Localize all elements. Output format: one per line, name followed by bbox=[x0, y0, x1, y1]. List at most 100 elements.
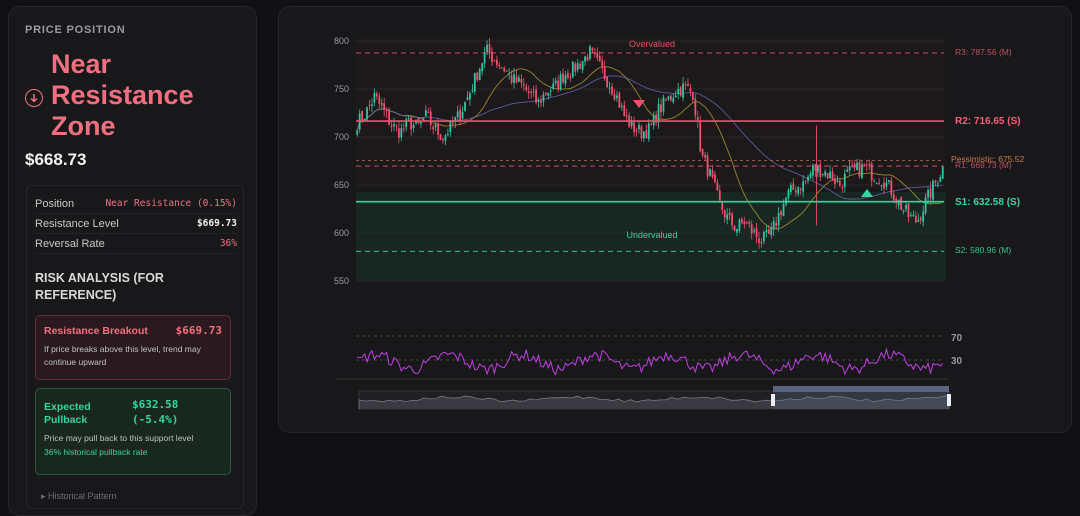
candle-body bbox=[525, 86, 528, 91]
candle-body bbox=[802, 181, 805, 192]
candle-body bbox=[393, 124, 395, 127]
candle-body bbox=[809, 173, 812, 178]
candle-body bbox=[834, 178, 836, 185]
candle-body bbox=[378, 96, 381, 104]
rsi-line bbox=[357, 347, 944, 376]
candle-body bbox=[843, 173, 846, 187]
card-title: Expected Pullback bbox=[44, 401, 91, 426]
candle-body bbox=[385, 110, 388, 112]
candle-body bbox=[638, 124, 640, 130]
candle-body bbox=[900, 197, 903, 211]
candle-body bbox=[508, 73, 511, 75]
candle-body bbox=[598, 55, 601, 62]
candle-body bbox=[936, 183, 939, 185]
candle-body bbox=[618, 93, 621, 108]
candle-body bbox=[591, 48, 594, 51]
chart-panel: 800 750 700 650 600 550 Overvalued Under… bbox=[278, 6, 1072, 433]
candle-body bbox=[812, 164, 814, 176]
candle-body bbox=[527, 91, 530, 93]
candle-body bbox=[905, 205, 907, 210]
historical-pattern-toggle[interactable]: ▸ Historical Pattern bbox=[41, 491, 117, 502]
candle-body bbox=[838, 180, 841, 186]
candle-body bbox=[831, 171, 834, 181]
candle-body bbox=[787, 189, 790, 199]
candle-body bbox=[883, 182, 885, 189]
current-price: $668.73 bbox=[25, 150, 87, 169]
candle-body bbox=[495, 59, 498, 66]
candle-body bbox=[412, 125, 415, 129]
candle-body bbox=[564, 75, 567, 84]
candle-body bbox=[547, 92, 550, 96]
candle-body bbox=[380, 102, 383, 106]
candle-body bbox=[657, 104, 660, 123]
candle-body bbox=[728, 212, 731, 216]
candle-body bbox=[567, 73, 569, 78]
position-row: Position Near Resistance (0.15%) bbox=[35, 194, 237, 214]
candle-body bbox=[782, 204, 785, 216]
candle-body bbox=[667, 96, 670, 100]
navigator-scrollbar[interactable] bbox=[773, 386, 949, 392]
candle-body bbox=[731, 213, 733, 226]
navigator-handle-right[interactable] bbox=[947, 394, 951, 406]
row-value: $669.73 bbox=[196, 218, 237, 229]
resistance-row: Resistance Level $669.73 bbox=[35, 214, 237, 234]
candle-body bbox=[856, 162, 858, 171]
candle-body bbox=[714, 174, 716, 183]
risk-analysis-title: RISK ANALYSIS (FOR REFERENCE) bbox=[35, 271, 164, 302]
candle-body bbox=[483, 52, 486, 64]
candle-body bbox=[473, 73, 476, 92]
navigator-selection[interactable] bbox=[773, 391, 949, 409]
candle-body bbox=[608, 87, 611, 89]
candle-body bbox=[652, 114, 655, 126]
candle-body bbox=[917, 219, 920, 223]
candle-body bbox=[554, 80, 557, 84]
candle-body bbox=[640, 126, 643, 139]
candle-body bbox=[919, 217, 922, 220]
candle-body bbox=[481, 63, 484, 72]
candle-body bbox=[701, 149, 704, 156]
candle-body bbox=[542, 94, 545, 102]
candle-body bbox=[736, 228, 738, 233]
row-key: Position bbox=[35, 197, 75, 210]
candle-body bbox=[584, 56, 586, 62]
candle-body bbox=[880, 185, 883, 187]
candle-body bbox=[503, 68, 506, 72]
candle-body bbox=[826, 173, 829, 179]
candle-body bbox=[397, 128, 400, 138]
candle-body bbox=[699, 120, 702, 152]
candle-body bbox=[532, 91, 535, 93]
candle-body bbox=[824, 171, 827, 176]
candle-body bbox=[846, 169, 849, 172]
candle-body bbox=[478, 69, 481, 80]
candle-body bbox=[368, 105, 371, 107]
candle-body bbox=[932, 180, 934, 200]
candle-body bbox=[914, 215, 917, 223]
candle-body bbox=[892, 194, 895, 200]
candle-body bbox=[422, 118, 425, 120]
candle-body bbox=[799, 189, 802, 191]
arrow-down-circle-icon bbox=[25, 88, 43, 107]
price-chart[interactable]: 800 750 700 650 600 550 Overvalued Under… bbox=[279, 7, 1073, 434]
section-title: PRICE POSITION bbox=[25, 24, 126, 36]
candle-body bbox=[868, 163, 871, 166]
candle-body bbox=[366, 107, 368, 120]
s1-label: S1: 632.58 (S) bbox=[955, 197, 1020, 208]
candle-body bbox=[449, 120, 452, 133]
candle-body bbox=[777, 212, 780, 226]
reversal-row: Reversal Rate 36% bbox=[35, 234, 237, 254]
candle-body bbox=[865, 165, 868, 167]
candle-body bbox=[753, 230, 756, 232]
navigator-handle-left[interactable] bbox=[771, 394, 775, 406]
y-tick-label: 650 bbox=[334, 180, 349, 190]
candle-body bbox=[848, 166, 851, 171]
candle-body bbox=[371, 104, 373, 106]
candle-body bbox=[540, 101, 542, 103]
candle-body bbox=[469, 93, 471, 100]
candle-body bbox=[758, 238, 760, 243]
candle-body bbox=[841, 187, 844, 189]
candle-body bbox=[488, 44, 491, 54]
card-value: $632.58 bbox=[132, 398, 179, 411]
candle-body bbox=[887, 180, 890, 182]
candle-body bbox=[635, 129, 638, 132]
candle-body bbox=[515, 76, 518, 83]
